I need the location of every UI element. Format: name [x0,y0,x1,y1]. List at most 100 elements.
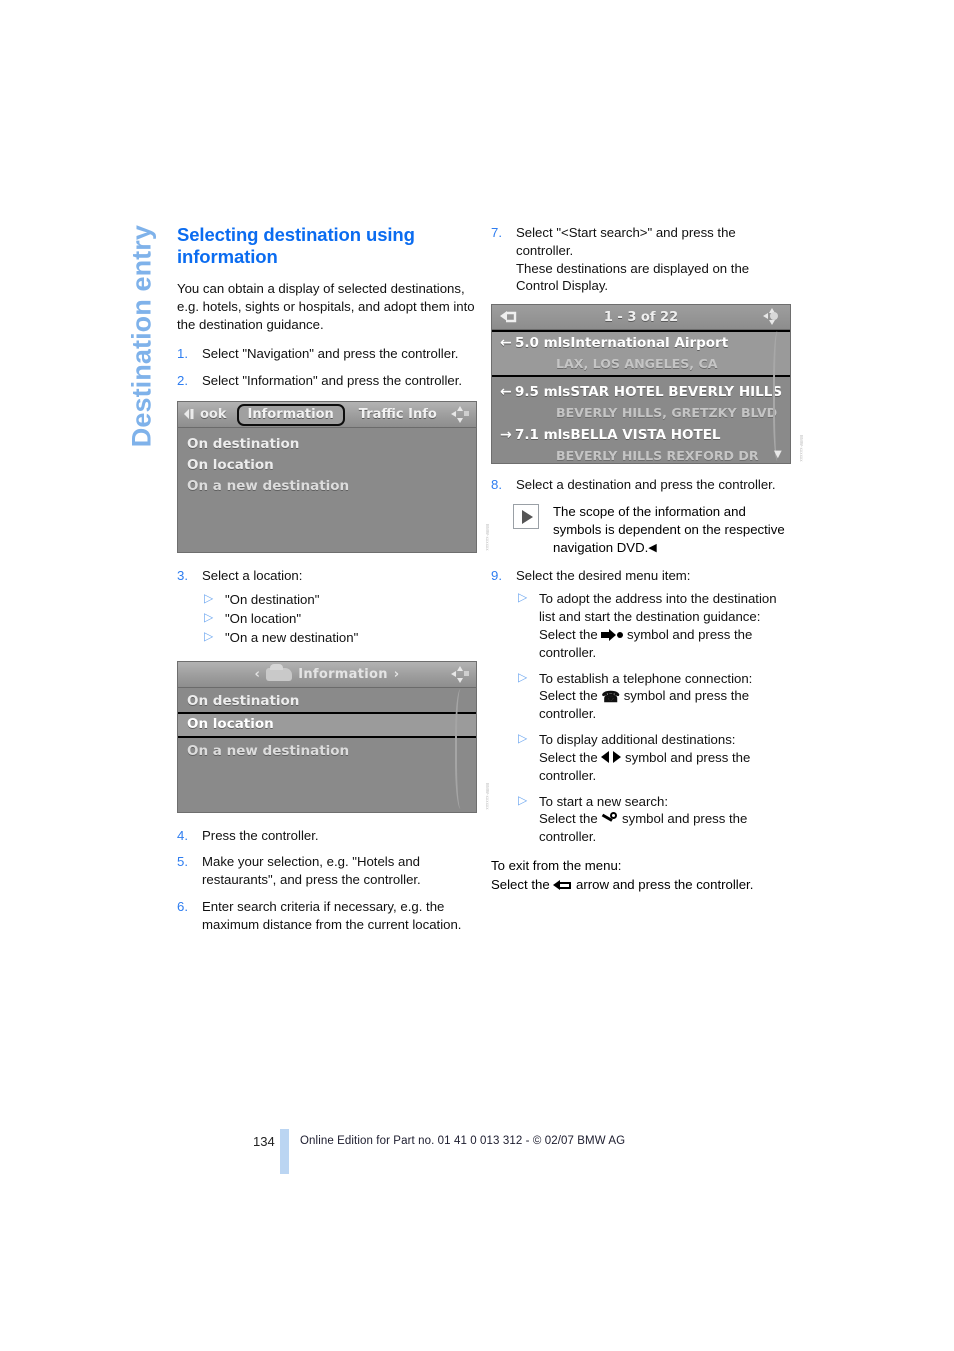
manual-page: Destination entry Selecting destination … [0,0,954,1351]
step-9-bullets: ▷ To adopt the address into the destinat… [516,590,791,846]
step-number: 6. [177,899,188,915]
next-caret-icon[interactable]: › [394,667,400,682]
compass-icon [451,665,469,683]
exit-line-2: Select the arrow and press the controlle… [491,876,791,894]
arrow-to-dot-icon [601,628,624,641]
step-text: Select a location: [202,568,303,584]
bullet-item: ▷ "On location" [202,610,477,628]
prev-caret-icon[interactable]: ‹ [255,667,261,682]
bullet-item: ▷ "On destination" [202,591,477,609]
step-text: Press the controller. [202,827,319,843]
destination-line: ← 5.0 mlsInternational Airport [500,332,790,354]
back-arrow-icon[interactable] [500,309,518,324]
note-end-marker-icon: ◀ [648,541,657,554]
list-item[interactable]: On a new destination [178,476,476,497]
destination-address: BEVERLY HILLS REXFORD DR [556,448,759,464]
list-item[interactable]: On destination [178,434,476,455]
bullet-item: ▷ To display additional destinations: Se… [516,731,791,784]
destination-name: BELLA VISTA HOTEL [570,427,721,444]
step-text: Select "Information" and press the contr… [202,372,463,388]
chapter-tab-label: Destination entry [126,225,157,448]
triangle-bullet-icon: ▷ [204,628,214,643]
destination-distance: 7.1 mls [515,427,571,444]
step-item: 2. Select "Information" and press the co… [177,372,477,390]
bullet-text: "On a new destination" [225,629,359,645]
step-item: 3. Select a location: ▷ "On destination" … [177,567,477,646]
destination-results: ← 5.0 mlsInternational Airport LAX, LOS A… [492,330,790,467]
compass-icon [451,406,469,424]
step-item: 5. Make your selection, e.g. "Hotels and… [177,853,477,889]
screenshot-destination-list: 1 - 3 of 22 ← 5.0 mlsInternational Airpor… [491,304,804,467]
figure-code: BMW-xxxxxx [799,434,804,462]
page-title: Selecting destination using information [177,224,415,267]
step-text: Make your selection, e.g. "Hotels and re… [202,854,421,888]
telephone-handset-icon: ☎ [601,689,621,707]
exit-line-1: To exit from the menu: [491,858,622,874]
destination-name: International Airport [570,335,729,352]
step-text: Select the desired menu item: [516,567,691,583]
destination-distance: 5.0 mls [515,335,571,352]
step-text: Select a destination and press the contr… [516,477,776,493]
step-number: 1. [177,345,188,361]
left-scroll-icon [184,409,194,420]
step-text: Select "<Start search>" and press the co… [516,225,750,294]
note-block: The scope of the information and symbols… [513,503,791,556]
footer-text: Online Edition for Part no. 01 41 0 013 … [300,1135,626,1147]
destination-entry-selected[interactable]: ← 5.0 mlsInternational Airport LAX, LOS A… [492,330,790,378]
triangle-bullet-icon: ▷ [204,591,214,606]
left-right-arrows-icon [601,751,622,764]
header-title: Information [298,666,388,682]
step-number: 9. [491,567,502,583]
bullet-prefix: Select the [539,688,598,704]
screenshot-information-tabs: ook Information Traffic Info On destinat… [177,401,490,554]
step-number: 8. [491,477,502,493]
bullet-text: To adopt the address into the destinatio… [539,591,777,625]
step-number: 7. [491,225,502,240]
chapter-tab: Destination entry [120,225,164,585]
list-item[interactable]: On a new destination [178,741,476,762]
bullet-text: To start a new search: [539,793,669,809]
list-item[interactable]: On location [178,455,476,476]
list-item-selected[interactable]: On location [178,711,476,738]
step-number: 5. [177,854,188,870]
destination-name: STAR HOTEL BEVERLY HILLS [570,384,783,401]
bullet-item: ▷ "On a new destination" [202,629,477,647]
tab-information[interactable]: Information [236,403,345,426]
list-item[interactable]: On destination [178,691,476,712]
destination-line: ← 9.5 mlsSTAR HOTEL BEVERLY HILLS [500,381,790,403]
nav-header-bar: ‹ Information › [178,661,476,688]
right-column: 7. Select "<Start search>" and press the… [491,224,804,894]
step-number: 3. [177,568,188,584]
step-item: 6. Enter search criteria if necessary, e… [177,898,477,934]
screenshot-information-menu: ‹ Information › On destination On locati… [177,660,490,813]
bullet-text: To display additional destinations: [539,732,736,748]
footer-rule [280,1129,289,1174]
header-title-group: ‹ Information › [255,663,400,682]
left-column: Selecting destination using information … [177,224,490,943]
step-number: 4. [177,827,188,843]
destination-entry[interactable]: ← 9.5 mlsSTAR HOTEL BEVERLY HILLS BEVERLY… [492,381,790,424]
figure-code: BMW-xxxxxx [485,523,490,551]
magnifier-key-icon [601,812,618,825]
step-item: 7. Select "<Start search>" and press the… [491,224,791,295]
triangle-bullet-icon: ▷ [204,609,214,624]
back-arrow-icon [553,879,572,891]
scroll-indicator[interactable] [455,688,469,809]
destination-line: → 7.1 mlsBELLA VISTA HOTEL [500,424,790,446]
nav-tab-bar: ook Information Traffic Info [178,402,476,429]
direction-arrow-icon: ← [500,335,512,352]
destination-entry[interactable]: → 7.1 mlsBELLA VISTA HOTEL BEVERLY HILLS … [492,424,790,467]
tab-traffic-info[interactable]: Traffic Info [359,407,437,422]
direction-arrow-icon: → [500,427,512,444]
triangle-bullet-icon: ▷ [518,590,528,605]
scroll-down-icon[interactable]: ▼ [774,449,782,460]
scroll-indicator[interactable]: ▼ [773,331,784,462]
figure-code: BMW-xxxxxx [485,782,490,810]
step-3: 3. Select a location: ▷ "On destination" … [177,567,477,646]
destination-address: BEVERLY HILLS, GRETZKY BLVD [556,405,778,421]
bullet-prefix: Select the [539,750,598,765]
step-item: 4. Press the controller. [177,827,477,845]
bullet-item: ▷ To adopt the address into the destinat… [516,590,791,661]
steps-4-6: 4. Press the controller. 5. Make your se… [177,827,477,934]
tab-cbook[interactable]: ook [178,407,227,422]
